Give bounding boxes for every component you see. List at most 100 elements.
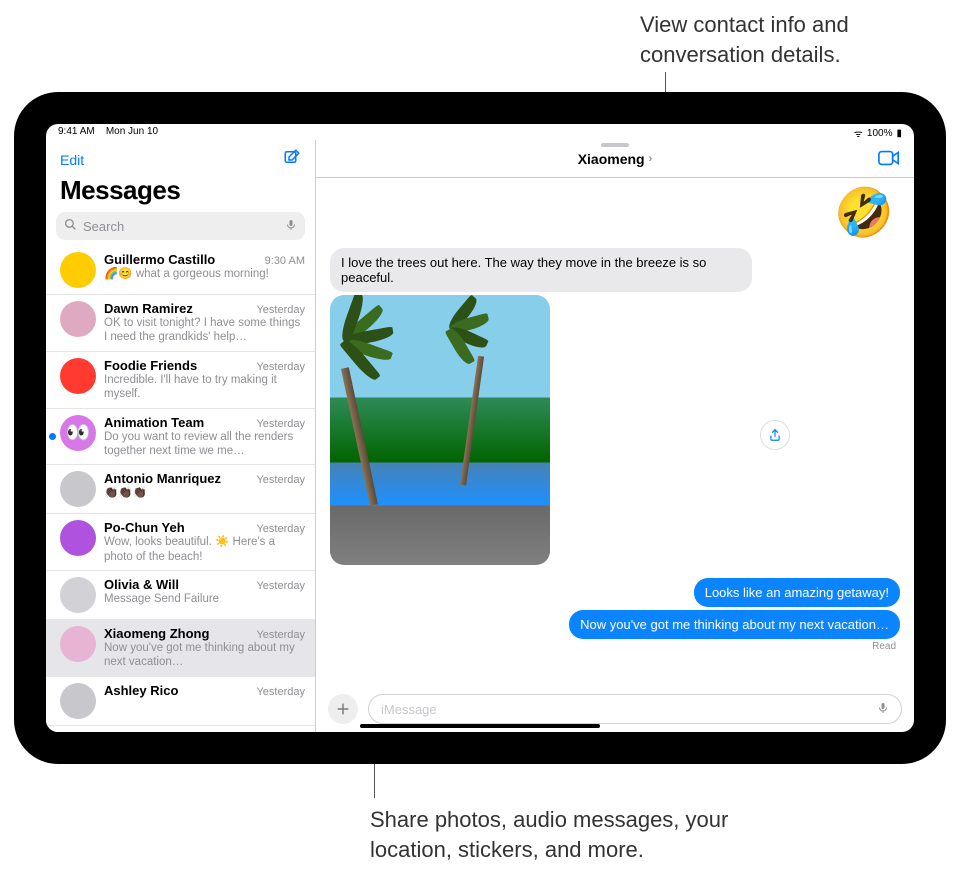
facetime-button[interactable] bbox=[878, 150, 900, 171]
conversation-preview: OK to visit tonight? I have some things … bbox=[104, 316, 305, 345]
conversation-row[interactable]: 👀 Animation Team YesterdayDo you want to r… bbox=[46, 409, 315, 466]
conversation-time: Yesterday bbox=[256, 523, 305, 535]
conversation-body: Ashley Rico Yesterday bbox=[104, 683, 305, 719]
ipad-frame: 9:41 AM Mon Jun 10 ᯤ 100% ▮ Edit Messag bbox=[14, 92, 946, 764]
share-button[interactable] bbox=[760, 420, 790, 450]
plus-button[interactable] bbox=[328, 694, 358, 724]
conversation-name: Animation Team bbox=[104, 415, 204, 430]
conversation-list: Guillermo Castillo 9:30 AM🌈😊 what a gorge… bbox=[46, 246, 315, 732]
conversation-time: Yesterday bbox=[256, 304, 305, 316]
status-right: ᯤ 100% ▮ bbox=[854, 126, 902, 140]
conversation-preview: 👏🏿👏🏿👏🏿 bbox=[104, 486, 305, 500]
conversation-time: Yesterday bbox=[256, 361, 305, 373]
chat-title[interactable]: Xiaomeng › bbox=[578, 151, 653, 167]
chat-header[interactable]: Xiaomeng › bbox=[316, 140, 914, 178]
unread-dot bbox=[49, 433, 56, 440]
dictate-icon[interactable] bbox=[877, 700, 889, 719]
wifi-icon: ᯤ bbox=[854, 126, 863, 140]
callout-top: View contact info and conversation detai… bbox=[640, 10, 940, 69]
main-layout: Edit Messages Search Guillermo Castillo 9… bbox=[46, 140, 914, 732]
chat-pane: Xiaomeng › 🤣 I love the trees out here. … bbox=[316, 140, 914, 732]
conversation-row[interactable]: Foodie Friends YesterdayIncredible. I'll … bbox=[46, 352, 315, 409]
drag-handle[interactable] bbox=[601, 143, 629, 147]
outgoing-bubble[interactable]: Now you've got me thinking about my next… bbox=[569, 610, 900, 639]
read-receipt: Read bbox=[872, 641, 896, 652]
conversation-preview: Now you've got me thinking about my next… bbox=[104, 641, 305, 670]
sidebar-header: Edit bbox=[46, 140, 315, 175]
chat-messages[interactable]: 🤣 I love the trees out here. The way the… bbox=[316, 178, 914, 690]
incoming-message: I love the trees out here. The way they … bbox=[330, 248, 752, 565]
avatar bbox=[60, 252, 96, 288]
conversation-name: Guillermo Castillo bbox=[104, 252, 215, 267]
page-title: Messages bbox=[46, 175, 315, 212]
search-icon bbox=[64, 218, 77, 234]
edit-button[interactable]: Edit bbox=[60, 152, 84, 168]
conversation-time: Yesterday bbox=[256, 418, 305, 430]
status-date: Mon Jun 10 bbox=[106, 126, 158, 137]
conversation-time: Yesterday bbox=[256, 580, 305, 592]
conversation-name: Dawn Ramirez bbox=[104, 301, 193, 316]
conversation-preview: Do you want to review all the renders to… bbox=[104, 430, 305, 459]
incoming-bubble[interactable]: I love the trees out here. The way they … bbox=[330, 248, 752, 292]
status-bar: 9:41 AM Mon Jun 10 ᯤ 100% ▮ bbox=[46, 124, 914, 140]
conversation-name: Po-Chun Yeh bbox=[104, 520, 185, 535]
conversation-preview: Incredible. I'll have to try making it m… bbox=[104, 373, 305, 402]
sidebar: Edit Messages Search Guillermo Castillo 9… bbox=[46, 140, 316, 732]
avatar bbox=[60, 577, 96, 613]
avatar bbox=[60, 358, 96, 394]
conversation-row[interactable]: Ashley Rico Yesterday bbox=[46, 677, 315, 726]
chevron-right-icon: › bbox=[649, 153, 653, 165]
conversation-body: Guillermo Castillo 9:30 AM🌈😊 what a gorge… bbox=[104, 252, 305, 288]
status-left: 9:41 AM Mon Jun 10 bbox=[58, 126, 158, 140]
avatar bbox=[60, 683, 96, 719]
battery-icon: ▮ bbox=[896, 128, 902, 139]
avatar bbox=[60, 520, 96, 556]
mic-icon[interactable] bbox=[285, 218, 297, 235]
conversation-time: 9:30 AM bbox=[265, 255, 305, 267]
compose-icon[interactable] bbox=[283, 148, 301, 171]
chat-contact-name: Xiaomeng bbox=[578, 151, 645, 167]
photo-attachment[interactable] bbox=[330, 295, 550, 565]
conversation-time: Yesterday bbox=[256, 629, 305, 641]
conversation-body: Xiaomeng Zhong YesterdayNow you've got me… bbox=[104, 626, 305, 670]
conversation-row[interactable]: Guillermo Castillo 9:30 AM🌈😊 what a gorge… bbox=[46, 246, 315, 295]
outgoing-group: Looks like an amazing getaway! Now you'v… bbox=[330, 575, 900, 652]
screen: 9:41 AM Mon Jun 10 ᯤ 100% ▮ Edit Messag bbox=[46, 124, 914, 732]
conversation-row[interactable]: Po-Chun Yeh YesterdayWow, looks beautiful… bbox=[46, 514, 315, 571]
conversation-preview: 🌈😊 what a gorgeous morning! bbox=[104, 267, 305, 281]
battery-percent: 100% bbox=[867, 128, 893, 139]
callout-bottom: Share photos, audio messages, your locat… bbox=[370, 805, 790, 864]
input-placeholder: iMessage bbox=[381, 702, 437, 717]
avatar bbox=[60, 626, 96, 662]
conversation-body: Foodie Friends YesterdayIncredible. I'll … bbox=[104, 358, 305, 402]
outgoing-bubble[interactable]: Looks like an amazing getaway! bbox=[694, 578, 900, 607]
conversation-name: Xiaomeng Zhong bbox=[104, 626, 209, 641]
home-indicator[interactable] bbox=[360, 724, 600, 728]
avatar bbox=[60, 471, 96, 507]
message-input[interactable]: iMessage bbox=[368, 694, 902, 724]
conversation-body: Antonio Manriquez Yesterday👏🏿👏🏿👏🏿 bbox=[104, 471, 305, 507]
conversation-time: Yesterday bbox=[256, 474, 305, 486]
conversation-body: Po-Chun Yeh YesterdayWow, looks beautiful… bbox=[104, 520, 305, 564]
conversation-name: Ashley Rico bbox=[104, 683, 178, 698]
avatar bbox=[60, 301, 96, 337]
conversation-name: Foodie Friends bbox=[104, 358, 197, 373]
conversation-body: Olivia & Will YesterdayMessage Send Failu… bbox=[104, 577, 305, 613]
search-input[interactable]: Search bbox=[56, 212, 305, 240]
avatar: 👀 bbox=[60, 415, 96, 451]
search-placeholder: Search bbox=[83, 219, 124, 234]
conversation-row[interactable]: Xiaomeng Zhong YesterdayNow you've got me… bbox=[46, 620, 315, 677]
conversation-name: Olivia & Will bbox=[104, 577, 179, 592]
status-time: 9:41 AM bbox=[58, 126, 95, 137]
conversation-name: Antonio Manriquez bbox=[104, 471, 221, 486]
conversation-preview: Message Send Failure bbox=[104, 592, 305, 606]
conversation-time: Yesterday bbox=[256, 686, 305, 698]
conversation-body: Dawn Ramirez YesterdayOK to visit tonight… bbox=[104, 301, 305, 345]
conversation-body: Animation Team YesterdayDo you want to re… bbox=[104, 415, 305, 459]
conversation-preview: Wow, looks beautiful. ☀️ Here's a photo … bbox=[104, 535, 305, 564]
conversation-row[interactable]: Dawn Ramirez YesterdayOK to visit tonight… bbox=[46, 295, 315, 352]
conversation-row[interactable]: Olivia & Will YesterdayMessage Send Failu… bbox=[46, 571, 315, 620]
callout-line bbox=[374, 758, 375, 798]
conversation-row[interactable]: Antonio Manriquez Yesterday👏🏿👏🏿👏🏿 bbox=[46, 465, 315, 514]
reaction-emoji: 🤣 bbox=[834, 184, 894, 241]
